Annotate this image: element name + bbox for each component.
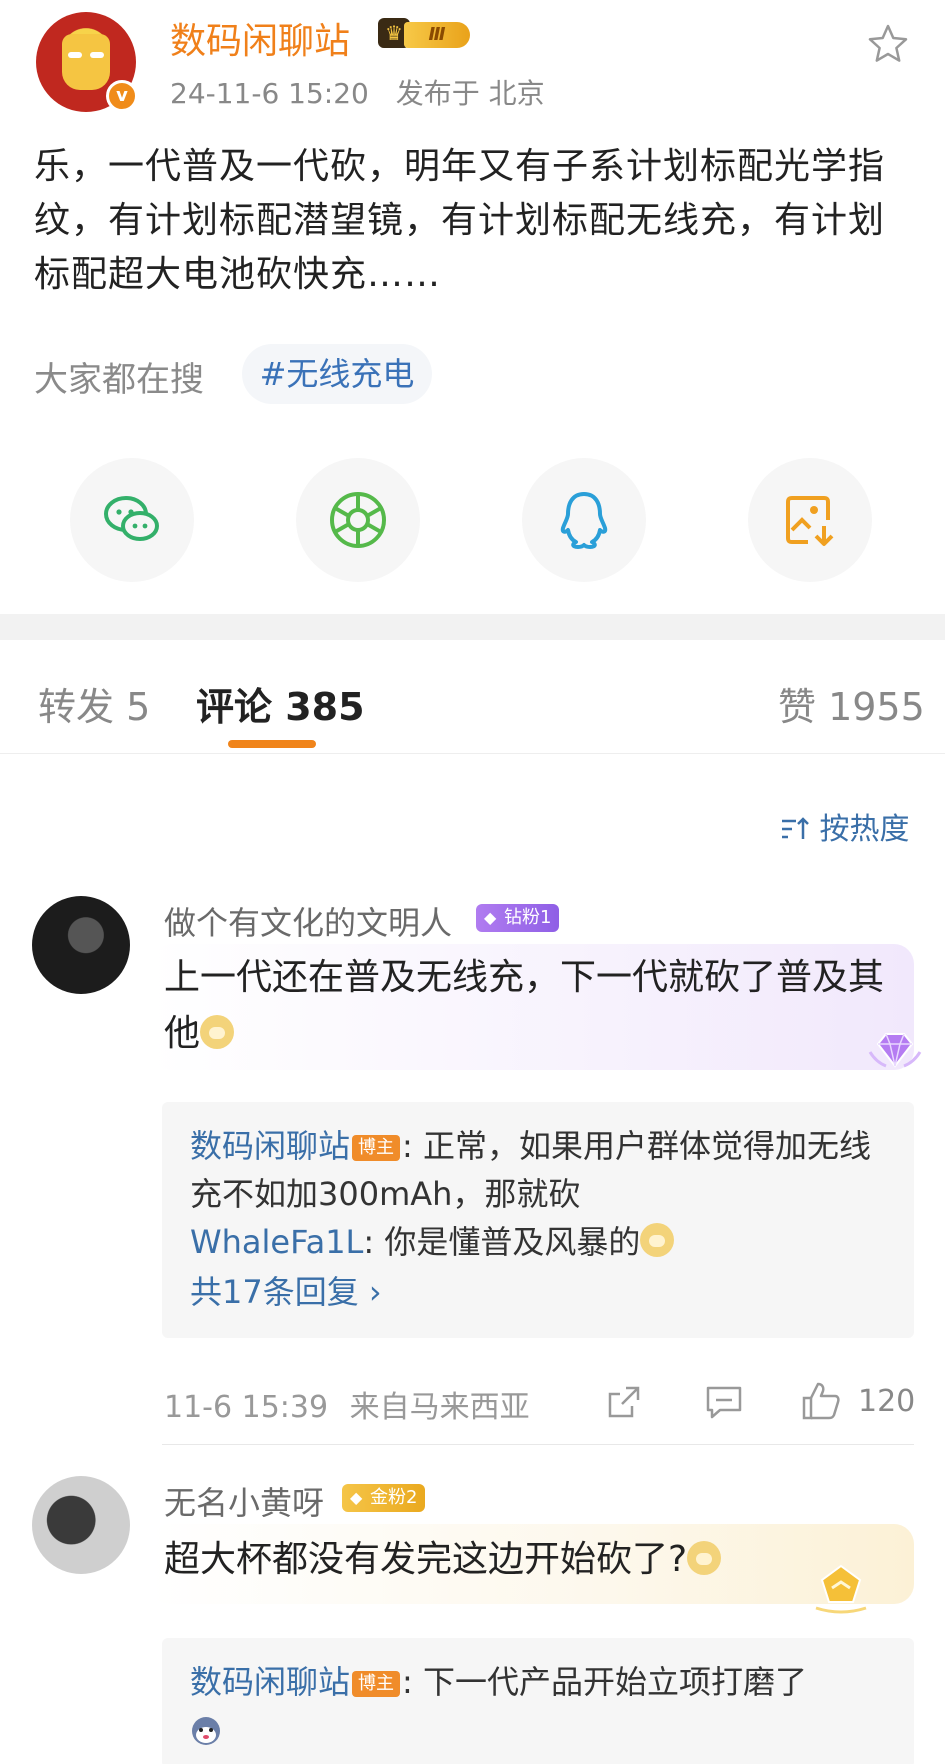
save-image-icon [786, 496, 834, 546]
sort-label: 按热度 [819, 812, 910, 847]
post-date: 24-11-6 15:20 [170, 77, 369, 110]
tab-likes[interactable]: 赞 1955 [778, 676, 925, 731]
husky-emoji-icon [192, 1717, 220, 1745]
tab-comments[interactable]: 评论 385 [196, 676, 365, 731]
commenter-name[interactable]: 无名小黄呀 [164, 1478, 324, 1524]
reply-line: WhaleFa1L: 你是懂普及风暴的 [190, 1218, 886, 1266]
comment-text-content: 上一代还在普及无线充，下一代就砍了普及其他 [164, 957, 885, 1054]
like-thumb-icon[interactable] [800, 1380, 842, 1422]
owner-tag: 博主 [352, 1671, 401, 1697]
reply-box[interactable]: 数码闲聊站 博主: 下一代产品开始立项打磨了 [162, 1638, 914, 1764]
vip-badge[interactable]: ♛ Ⅲ [378, 16, 474, 52]
reply-line [190, 1706, 886, 1754]
sort-icon [782, 817, 809, 839]
qq-icon [560, 492, 608, 549]
comment-text: 超大杯都没有发完这边开始砍了? [164, 1532, 904, 1588]
reply-author[interactable]: 数码闲聊站 [190, 1663, 350, 1701]
avatar-eye-left [68, 52, 82, 58]
tab-active-indicator [228, 740, 316, 748]
diamond-gem-icon [868, 1033, 922, 1068]
author-name[interactable]: 数码闲聊站 [170, 12, 350, 64]
reply-text: : 你是懂普及风暴的 [363, 1223, 641, 1261]
comment-icon[interactable] [704, 1382, 744, 1422]
doge-emoji-icon [200, 1015, 235, 1049]
post-meta: 24-11-6 15:20 发布于 北京 [170, 72, 563, 112]
fan-badge: 金粉2 [342, 1484, 426, 1512]
section-divider [0, 614, 945, 640]
comment-from: 来自马来西亚 [349, 1390, 530, 1425]
gold-gem-icon [815, 1564, 867, 1614]
comment-meta: 11-6 15:39 来自马来西亚 [164, 1382, 530, 1426]
fan-badge: 钻粉1 [476, 904, 560, 932]
reply-author[interactable]: WhaleFa1L [190, 1223, 363, 1261]
commenter-avatar[interactable] [32, 1476, 130, 1574]
avatar-eye-right [90, 52, 104, 58]
owner-tag: 博主 [352, 1135, 401, 1161]
vip-level: Ⅲ [404, 22, 470, 48]
reply-author[interactable]: 数码闲聊站 [190, 1127, 350, 1165]
doge-emoji-icon [687, 1541, 722, 1575]
avatar-mask [62, 34, 110, 90]
verified-badge: v [106, 80, 138, 112]
tab-bar: 转发 5 评论 385 赞 1955 [0, 640, 945, 754]
commenter-avatar[interactable] [32, 896, 130, 994]
hashtag-chip[interactable]: #无线充电 [242, 344, 432, 404]
comment-time: 11-6 15:39 [164, 1390, 329, 1425]
post-content: 乐，一代普及一代砍，明年又有子系计划标配光学指纹，有计划标配潜望镜，有计划标配无… [34, 146, 886, 295]
share-icon[interactable] [604, 1382, 644, 1422]
doge-emoji-icon [640, 1223, 675, 1257]
wechat-icon [104, 496, 159, 541]
share-moments-button[interactable] [296, 458, 420, 582]
share-qq-button[interactable] [522, 458, 646, 582]
reply-text: : 下一代产品开始立项打磨了 [402, 1663, 807, 1701]
like-count: 120 [858, 1384, 916, 1419]
search-label: 大家都在搜 [34, 360, 204, 400]
share-wechat-button[interactable] [70, 458, 194, 582]
tab-repost[interactable]: 转发 5 [38, 676, 150, 731]
comment-text-content: 超大杯都没有发完这边开始砍了? [164, 1539, 688, 1580]
post-location: 发布于 北京 [395, 77, 545, 110]
favorite-star-icon[interactable] [866, 22, 910, 66]
moments-icon [330, 492, 386, 548]
reply-line: 数码闲聊站 博主: 下一代产品开始立项打磨了 [190, 1658, 886, 1706]
post-header: v 数码闲聊站 ♛ Ⅲ 24-11-6 15:20 发布于 北京 [0, 0, 945, 120]
sort-button[interactable]: 按热度 [780, 804, 910, 848]
reply-box[interactable]: 数码闲聊站 博主: 正常，如果用户群体觉得加无线充不如加300mAh，那就砍 Wh… [162, 1102, 914, 1338]
share-save-image-button[interactable] [748, 458, 872, 582]
comment-text: 上一代还在普及无线充，下一代就砍了普及其他 [164, 950, 904, 1062]
more-replies-link[interactable]: 共17条回复 › [190, 1266, 886, 1318]
reply-line: 数码闲聊站 博主: 正常，如果用户群体觉得加无线充不如加300mAh，那就砍 [190, 1122, 886, 1218]
commenter-name[interactable]: 做个有文化的文明人 [164, 898, 452, 944]
comment-separator [162, 1444, 914, 1445]
